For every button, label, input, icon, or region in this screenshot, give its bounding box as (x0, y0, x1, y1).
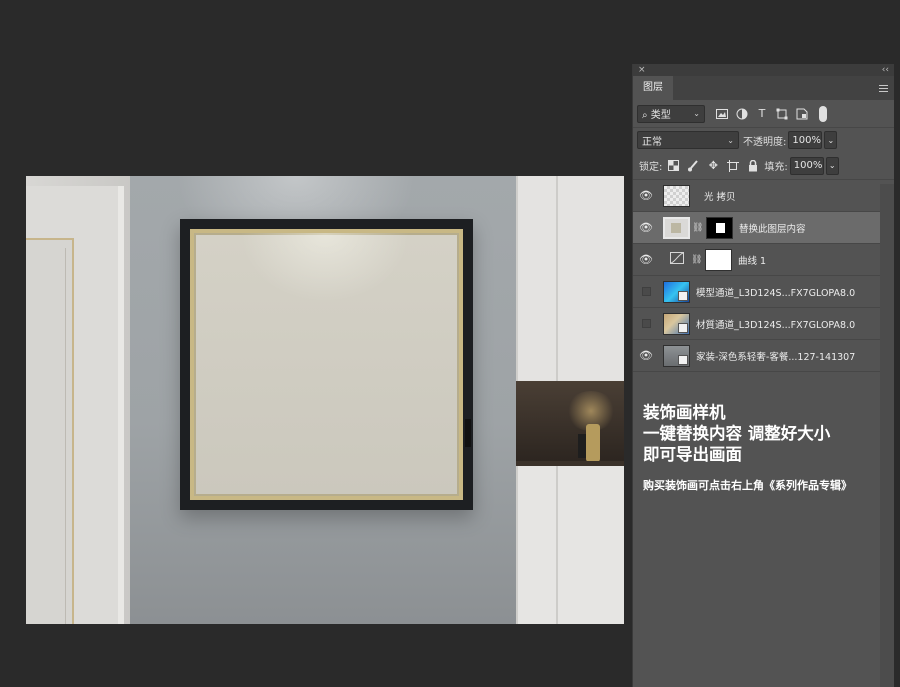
blend-row: 正常 ⌄ 不透明度: 100% ⌄ (633, 128, 894, 152)
layer-row[interactable]: 材質通道_L3D124S...FX7GLOPA8.0 (633, 308, 894, 340)
filter-kind-label: 类型 (650, 110, 671, 121)
filter-kind-select[interactable]: ⌕ 类型 ⌄ (637, 104, 705, 123)
lock-label: 锁定: (639, 162, 663, 173)
visibility-eye-icon[interactable]: 👁 (633, 189, 659, 202)
door-panel (26, 248, 66, 624)
frame-light-glow (240, 233, 410, 303)
layer-name: 模型通道_L3D124S...FX7GLOPA8.0 (696, 287, 856, 299)
layer-mask-thumbnail[interactable] (705, 248, 732, 271)
upper-cabinet (516, 176, 624, 381)
promo-line-3: 即可导出画面 (643, 445, 742, 464)
link-chain-icon[interactable]: ⛓ (691, 255, 702, 265)
search-icon: ⌕ (642, 110, 648, 121)
layer-name: 家装-深色系轻奢-客餐...127-141307 (696, 351, 856, 363)
close-panel-icon[interactable]: × (638, 65, 646, 75)
promo-line-2: 一键替换内容 调整好大小 (643, 424, 831, 443)
visibility-off-box[interactable] (633, 287, 659, 296)
blend-mode-label: 正常 (642, 136, 662, 148)
image-filter-icon[interactable] (715, 107, 729, 121)
fill-dropdown-button[interactable]: ⌄ (825, 156, 839, 175)
panel-topbar: × ‹‹ (633, 64, 894, 76)
tab-layers[interactable]: 图层 (633, 76, 673, 100)
document-canvas[interactable] (26, 176, 624, 624)
visibility-eye-icon[interactable]: 👁 (633, 349, 659, 362)
smart-object-filter-icon[interactable] (795, 107, 809, 121)
layers-panel: × ‹‹ 图层 ⌕ 类型 ⌄ T 正常 ⌄ 不透明度: 100% ⌄ 锁定: ✥… (632, 64, 894, 687)
smart-object-thumbnail (663, 216, 690, 239)
promo-text-block: 装饰画样机 一键替换内容 调整好大小 即可导出画面 购买装饰画可点击右上角《系列… (643, 402, 893, 493)
visibility-eye-icon[interactable]: 👁 (633, 253, 659, 266)
layer-thumbnail (663, 344, 690, 367)
lock-row: 锁定: ✥ 填充: 100% ⌄ (633, 152, 894, 180)
lower-cabinet (516, 466, 624, 624)
lock-pixels-brush-icon[interactable] (686, 159, 700, 173)
link-chain-icon[interactable]: ⛓ (692, 223, 703, 233)
layer-row[interactable]: 模型通道_L3D124S...FX7GLOPA8.0 (633, 276, 894, 308)
curves-adjustment-icon (665, 252, 689, 267)
chevron-down-icon: ⌄ (727, 135, 734, 145)
lock-artboard-icon[interactable] (726, 159, 740, 173)
layer-filter-row: ⌕ 类型 ⌄ T (633, 100, 894, 128)
layer-row[interactable]: 👁 光 拷贝 (633, 180, 894, 212)
promo-line-1: 装饰画样机 (643, 403, 726, 422)
type-filter-icon[interactable]: T (755, 107, 769, 121)
filter-toggle-switch[interactable] (819, 105, 827, 122)
lock-transparency-icon[interactable] (666, 159, 680, 173)
opacity-input[interactable]: 100% (788, 131, 823, 149)
opacity-dropdown-button[interactable]: ⌄ (824, 131, 838, 149)
lock-position-move-icon[interactable]: ✥ (706, 159, 720, 173)
adjustment-filter-icon[interactable] (735, 107, 749, 121)
blend-mode-select[interactable]: 正常 ⌄ (637, 131, 739, 149)
lock-all-icon[interactable] (746, 159, 760, 173)
picture-frame (180, 219, 473, 510)
chevron-down-icon: ⌄ (693, 109, 700, 118)
layer-name: 材質通道_L3D124S...FX7GLOPA8.0 (696, 319, 856, 331)
opacity-label: 不透明度: (743, 136, 787, 148)
panel-tab-row: 图层 (633, 76, 894, 100)
shape-filter-icon[interactable] (775, 107, 789, 121)
layer-mask-thumbnail[interactable] (706, 216, 733, 239)
layer-thumbnail (663, 280, 690, 303)
layer-row[interactable]: 👁 ⛓ 曲线 1 (633, 244, 894, 276)
layer-thumbnail (663, 312, 690, 335)
promo-note: 购买装饰画可点击右上角《系列作品专辑》 (643, 479, 852, 492)
panel-menu-icon[interactable] (872, 76, 894, 100)
frame-hook (465, 419, 471, 447)
visibility-eye-icon[interactable]: 👁 (633, 221, 659, 234)
layer-row-selected[interactable]: 👁 ⛓ 替换此图层内容 (633, 212, 894, 244)
fill-input[interactable]: 100% (789, 156, 824, 175)
layer-list: 👁 光 拷贝 👁 ⛓ 替换此图层内容 👁 ⛓ 曲线 1 模型通道_L3D124S… (633, 180, 894, 372)
layer-thumbnail (663, 184, 690, 207)
visibility-off-box[interactable] (633, 319, 659, 328)
layer-name: 光 拷贝 (704, 191, 736, 203)
layer-row[interactable]: 👁 家装-深色系轻奢-客餐...127-141307 (633, 340, 894, 372)
fill-label: 填充: (764, 162, 788, 173)
layer-name: 曲线 1 (738, 255, 767, 267)
layer-name: 替换此图层内容 (739, 223, 806, 235)
decor-vase-dark (578, 434, 586, 458)
decor-vase-gold (586, 424, 600, 462)
collapse-panel-icon[interactable]: ‹‹ (882, 65, 889, 75)
